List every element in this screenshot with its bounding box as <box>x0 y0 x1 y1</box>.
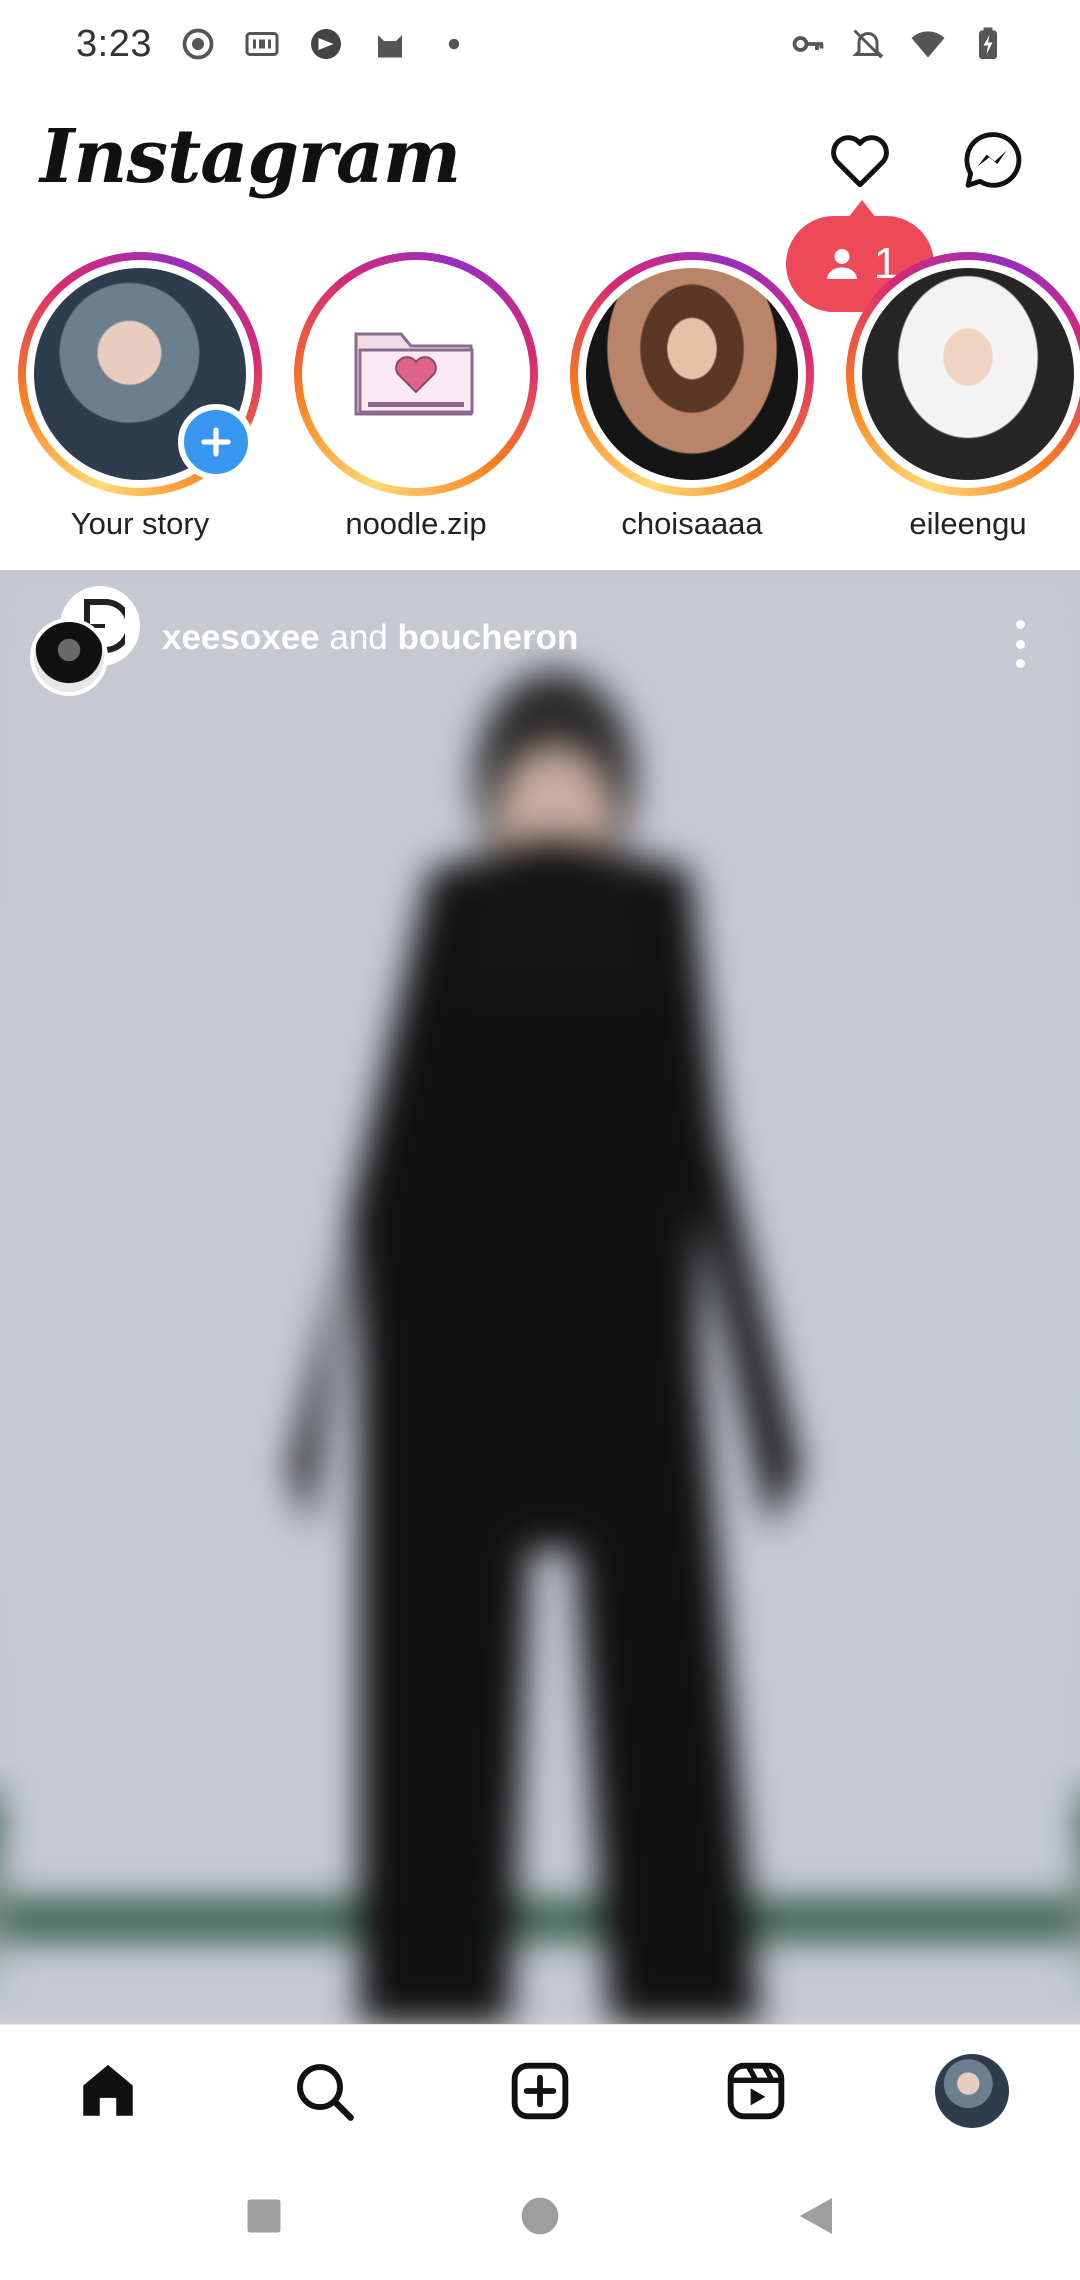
mute-bell-icon <box>852 29 884 59</box>
nav-profile[interactable] <box>932 2051 1012 2131</box>
home-button[interactable] <box>510 2186 570 2246</box>
system-nav-bar <box>0 2150 1080 2280</box>
status-time: 3:23 <box>76 22 152 65</box>
profile-avatar <box>935 2054 1009 2128</box>
post-image <box>0 570 1080 2024</box>
story-noodle-zip[interactable]: noodle.zip <box>286 252 538 552</box>
app-header: Instagram <box>0 100 1080 220</box>
folder-heart-icon <box>354 332 474 416</box>
circle-icon <box>521 2197 559 2235</box>
instagram-logo[interactable]: Instagram <box>40 114 461 200</box>
story-name: eileengu <box>909 506 1027 541</box>
add-story-button[interactable] <box>178 404 254 480</box>
square-icon <box>247 2199 281 2233</box>
stories-tray: Your story noodle.zip choisaaaa eileengu <box>0 252 1080 552</box>
avatar <box>586 268 798 480</box>
home-icon <box>83 2064 133 2116</box>
story-name: noodle.zip <box>345 506 487 541</box>
post-header: xeesoxee and boucheron <box>0 570 1080 710</box>
create-icon <box>511 2062 569 2120</box>
bottom-nav <box>0 2024 1080 2150</box>
recents-button[interactable] <box>234 2186 294 2246</box>
post-author[interactable]: xeesoxee and boucheron <box>162 618 578 658</box>
heart-icon <box>831 135 889 188</box>
post-user-1[interactable]: xeesoxee <box>162 618 320 657</box>
xeesoxee-avatar <box>30 618 108 696</box>
story-ring <box>294 252 538 496</box>
cat-icon <box>377 35 402 58</box>
more-vertical-icon[interactable] <box>1000 614 1040 674</box>
wifi-icon <box>911 31 945 58</box>
status-right <box>790 26 1006 62</box>
back-button[interactable] <box>786 2186 846 2246</box>
messenger-button[interactable] <box>954 122 1030 198</box>
back-triangle-icon <box>800 2198 832 2234</box>
story-choisaaaa[interactable]: choisaaaa <box>562 252 814 552</box>
messenger-icon <box>964 132 1022 188</box>
status-bar: 3:23 <box>0 0 1080 88</box>
dot-icon <box>448 38 460 50</box>
vpn-key-icon <box>792 36 824 52</box>
activity-button[interactable] <box>822 122 898 198</box>
status-left: 3:23 <box>76 23 472 66</box>
plus-icon <box>201 427 231 457</box>
post-connector: and <box>319 618 398 657</box>
avatar <box>310 268 522 480</box>
story-name: Your story <box>70 506 210 541</box>
story-your-story[interactable]: Your story <box>10 252 262 552</box>
app-icon <box>310 29 341 59</box>
search-icon <box>297 2064 354 2121</box>
reels-icon <box>727 2062 785 2120</box>
nav-home[interactable] <box>68 2051 148 2131</box>
story-eileengu[interactable]: eileengu <box>838 252 1080 552</box>
battery-charging-icon <box>979 27 997 59</box>
nav-create[interactable] <box>500 2051 580 2131</box>
nav-search[interactable] <box>284 2051 364 2131</box>
nav-reels[interactable] <box>716 2051 796 2131</box>
avatar <box>862 268 1074 480</box>
story-name: choisaaaa <box>621 506 763 541</box>
record-icon <box>182 28 214 60</box>
iqiyi-icon <box>245 32 279 56</box>
feed-post[interactable]: xeesoxee and boucheron <box>0 570 1080 2024</box>
story-ring <box>846 252 1080 496</box>
post-avatars[interactable] <box>30 586 150 696</box>
story-ring <box>570 252 814 496</box>
post-user-2[interactable]: boucheron <box>398 618 579 657</box>
